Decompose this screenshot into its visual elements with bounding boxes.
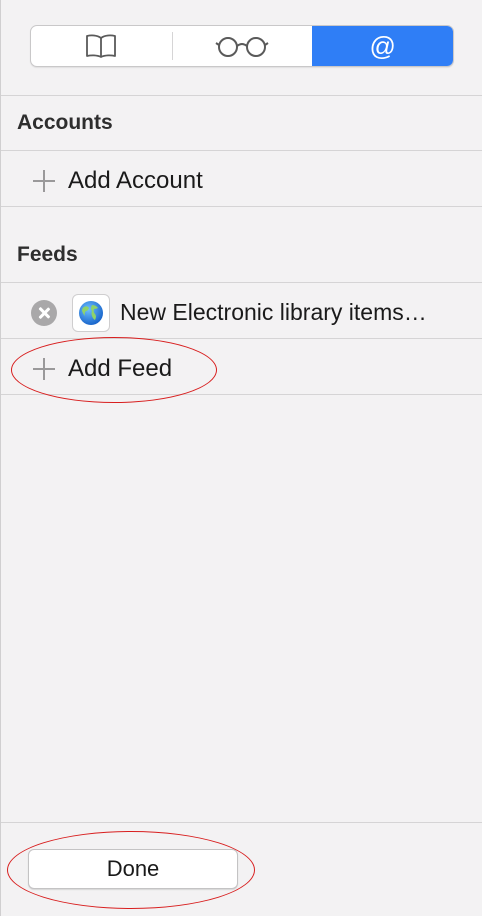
divider <box>1 95 482 96</box>
footer-divider <box>1 822 482 823</box>
glasses-icon <box>215 37 269 57</box>
divider <box>1 282 482 283</box>
done-button[interactable]: Done <box>28 849 238 889</box>
book-icon <box>86 34 117 58</box>
add-feed-row[interactable]: Add Feed <box>1 342 482 396</box>
divider <box>1 206 482 207</box>
feeds-header: Feeds <box>17 243 78 266</box>
divider <box>1 150 482 151</box>
tab-bookmarks[interactable] <box>31 26 172 66</box>
remove-feed-icon[interactable] <box>31 300 57 326</box>
add-account-row[interactable]: Add Account <box>1 154 482 208</box>
add-feed-button[interactable]: Add Feed <box>68 355 172 383</box>
tab-shared-links[interactable]: @ <box>312 26 453 66</box>
feed-list-item[interactable]: New Electronic library items… <box>1 285 482 339</box>
tab-reading-list[interactable] <box>171 26 313 66</box>
add-account-button[interactable]: Add Account <box>68 167 203 195</box>
sidebar-panel: @ Accounts Add Account Feeds New Electro… <box>0 0 482 916</box>
feed-title: New Electronic library items… <box>120 298 427 325</box>
plus-icon <box>32 357 56 381</box>
divider <box>1 394 482 395</box>
accounts-header: Accounts <box>17 111 113 134</box>
sidebar-tab-control: @ <box>30 25 454 67</box>
globe-icon <box>79 301 103 325</box>
plus-icon <box>32 169 56 193</box>
divider <box>1 338 482 339</box>
at-icon: @ <box>369 31 396 61</box>
feed-favicon <box>72 294 110 332</box>
